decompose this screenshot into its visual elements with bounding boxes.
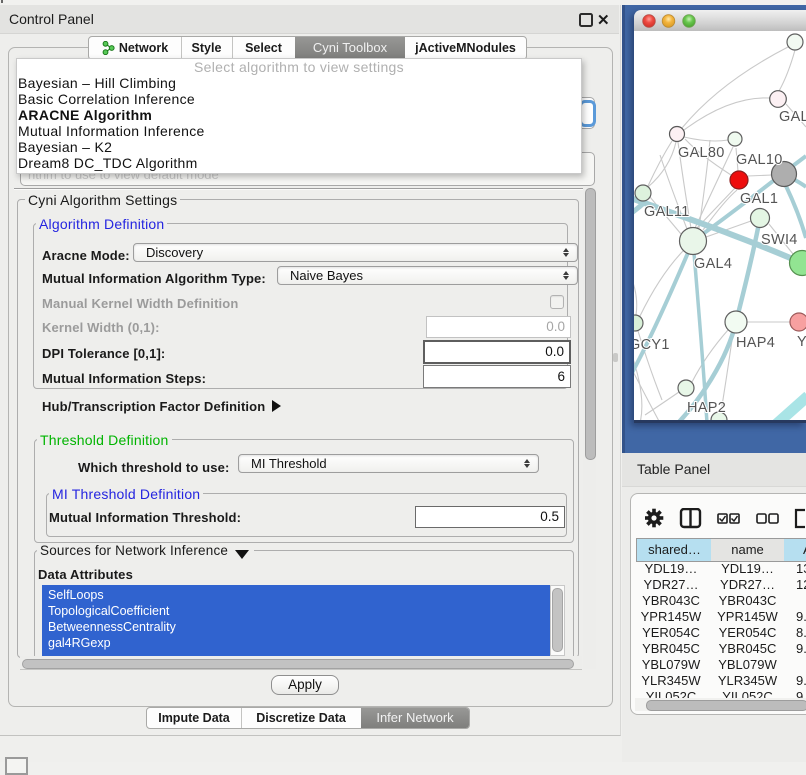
svg-text:GAL11: GAL11 (644, 204, 690, 220)
svg-text:GAL4: GAL4 (694, 256, 732, 272)
svg-text:GCY1: GCY1 (634, 337, 670, 353)
svg-text:GAL: GAL (779, 109, 806, 125)
svg-text:Y: Y (797, 334, 806, 350)
svg-text:HAP4: HAP4 (736, 335, 775, 351)
svg-text:GAL10: GAL10 (736, 152, 783, 168)
svg-text:GAL1: GAL1 (740, 191, 778, 207)
svg-text:GAL80: GAL80 (678, 145, 725, 161)
svg-text:SWI4: SWI4 (761, 232, 798, 248)
svg-text:HAP2: HAP2 (687, 400, 726, 416)
